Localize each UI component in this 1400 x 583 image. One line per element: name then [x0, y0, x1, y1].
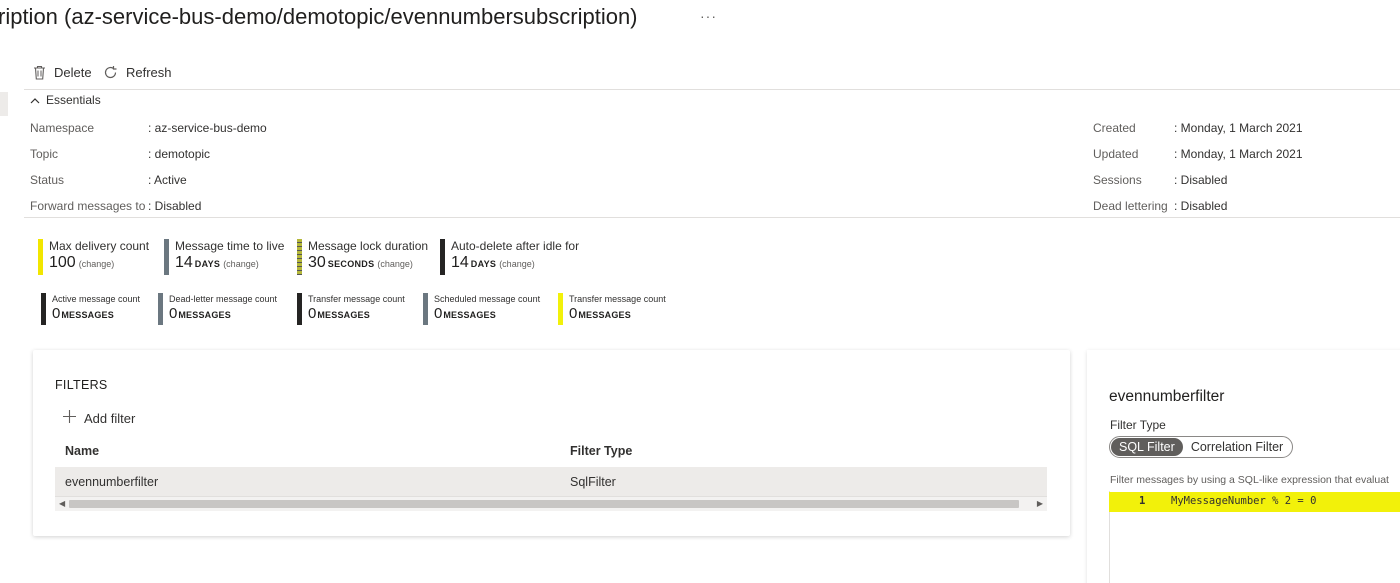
count-active: Active message count 0MESSAGES: [41, 293, 140, 325]
metric-value: 14 DAYS (change): [175, 254, 259, 271]
topic-label: Topic: [30, 147, 59, 161]
toolbar-divider: [24, 89, 1400, 90]
count-value: 0MESSAGES: [569, 305, 631, 322]
refresh-label: Refresh: [126, 64, 172, 80]
namespace-label: Namespace: [30, 121, 95, 135]
filter-help-text: Filter messages by using a SQL-like expr…: [1110, 474, 1389, 486]
count-value: 0MESSAGES: [169, 305, 231, 322]
sql-expression-editor[interactable]: 1 MyMessageNumber % 2 = 0: [1109, 492, 1400, 512]
count-scheduled: Scheduled message count 0MESSAGES: [423, 293, 540, 325]
chevron-up-icon: [30, 93, 40, 107]
sql-filter-option[interactable]: SQL Filter: [1111, 438, 1183, 456]
change-link[interactable]: (change): [377, 259, 413, 269]
count-bar: [558, 293, 563, 325]
plus-icon: [63, 410, 76, 426]
refresh-button[interactable]: Refresh: [103, 62, 172, 82]
topic-value[interactable]: : demotopic: [148, 147, 210, 161]
trash-icon: [33, 65, 46, 80]
metric-bar: [440, 239, 445, 275]
filter-type-toggle[interactable]: SQL Filter Correlation Filter: [1109, 436, 1294, 458]
add-filter-button[interactable]: Add filter: [63, 410, 135, 426]
namespace-value: : az-service-bus-demo: [148, 121, 267, 135]
essentials-divider: [24, 217, 1400, 218]
metric-lock-duration: Message lock duration 30 SECONDS (change): [297, 239, 428, 275]
count-title: Active message count: [52, 294, 141, 304]
filters-heading: FILTERS: [55, 378, 108, 392]
metric-ttl: Message time to live 14 DAYS (change): [164, 239, 284, 275]
status-label: Status: [30, 173, 65, 187]
metric-bar: [297, 239, 302, 275]
metric-value: 14 DAYS (change): [451, 254, 535, 271]
scrollbar-thumb[interactable]: [69, 500, 1019, 508]
metric-value: 100 (change): [49, 254, 115, 271]
count-transfer: Transfer message count 0MESSAGES: [297, 293, 405, 325]
updated-value: : Monday, 1 March 2021: [1174, 147, 1303, 161]
filter-type-label: Filter Type: [1110, 418, 1166, 432]
sessions-label: Sessions: [1093, 173, 1142, 187]
dead-lettering-value: : Disabled: [1174, 199, 1228, 213]
count-bar: [41, 293, 46, 325]
count-title: Dead-letter message count: [169, 294, 278, 304]
page-title: ription (az-service-bus-demo/demotopic/e…: [0, 4, 638, 29]
created-value: : Monday, 1 March 2021: [1174, 121, 1303, 135]
scroll-left-icon[interactable]: ◀: [59, 499, 65, 508]
line-number: 1: [1139, 495, 1146, 507]
refresh-icon: [103, 65, 118, 80]
horizontal-scrollbar[interactable]: ◀ ▶: [55, 497, 1047, 511]
sessions-value: : Disabled: [1174, 173, 1228, 187]
essentials-toggle[interactable]: Essentials: [30, 93, 101, 107]
filters-card: FILTERS Add filter Name Filter Type even…: [33, 350, 1070, 536]
filter-detail-title: evennumberfilter: [1109, 388, 1225, 405]
forward-label: Forward messages to: [30, 199, 146, 213]
count-title: Transfer message count: [569, 294, 666, 304]
metric-max-delivery: Max delivery count 100 (change): [38, 239, 149, 275]
count-bar: [158, 293, 163, 325]
metric-bar: [164, 239, 169, 275]
count-dead-letter: Dead-letter message count 0MESSAGES: [158, 293, 277, 325]
count-bar: [297, 293, 302, 325]
metric-title: Auto-delete after idle for: [451, 239, 580, 253]
metric-auto-delete: Auto-delete after idle for 14 DAYS (change…: [440, 239, 579, 275]
table-row[interactable]: evennumberfilter SqlFilter: [55, 467, 1047, 497]
change-link[interactable]: (change): [223, 259, 259, 269]
filter-type-cell: SqlFilter: [570, 475, 616, 489]
count-title: Scheduled message count: [434, 294, 541, 304]
change-link[interactable]: (change): [499, 259, 535, 269]
sidebar-stub: [0, 92, 8, 116]
metric-title: Max delivery count: [49, 239, 150, 253]
status-value: : Active: [148, 173, 187, 187]
metric-value: 30 SECONDS (change): [308, 254, 413, 271]
column-header-name[interactable]: Name: [65, 444, 99, 458]
scroll-right-icon[interactable]: ▶: [1037, 499, 1043, 508]
change-link[interactable]: (change): [79, 259, 115, 269]
dead-lettering-label: Dead lettering: [1093, 199, 1168, 213]
column-header-filter-type[interactable]: Filter Type: [570, 444, 632, 458]
filter-name-cell: evennumberfilter: [65, 475, 159, 489]
delete-label: Delete: [54, 64, 92, 80]
count-transfer-2: Transfer message count 0MESSAGES: [558, 293, 666, 325]
count-title: Transfer message count: [308, 294, 405, 304]
created-label: Created: [1093, 121, 1136, 135]
count-value: 0MESSAGES: [52, 305, 114, 322]
count-value: 0MESSAGES: [308, 305, 370, 322]
metric-title: Message lock duration: [308, 239, 429, 253]
correlation-filter-option[interactable]: Correlation Filter: [1183, 438, 1291, 456]
sql-expression[interactable]: MyMessageNumber % 2 = 0: [1171, 495, 1316, 507]
updated-label: Updated: [1093, 147, 1139, 161]
forward-value[interactable]: : Disabled: [148, 199, 201, 213]
count-bar: [423, 293, 428, 325]
add-filter-label: Add filter: [84, 410, 136, 426]
delete-button[interactable]: Delete: [33, 62, 92, 82]
metric-bar: [38, 239, 43, 275]
count-value: 0MESSAGES: [434, 305, 496, 322]
essentials-label: Essentials: [46, 93, 101, 107]
metric-title: Message time to live: [175, 239, 285, 253]
filter-detail-panel: evennumberfilter Filter Type SQL Filter …: [1087, 350, 1400, 583]
more-options-icon[interactable]: ···: [700, 8, 717, 24]
